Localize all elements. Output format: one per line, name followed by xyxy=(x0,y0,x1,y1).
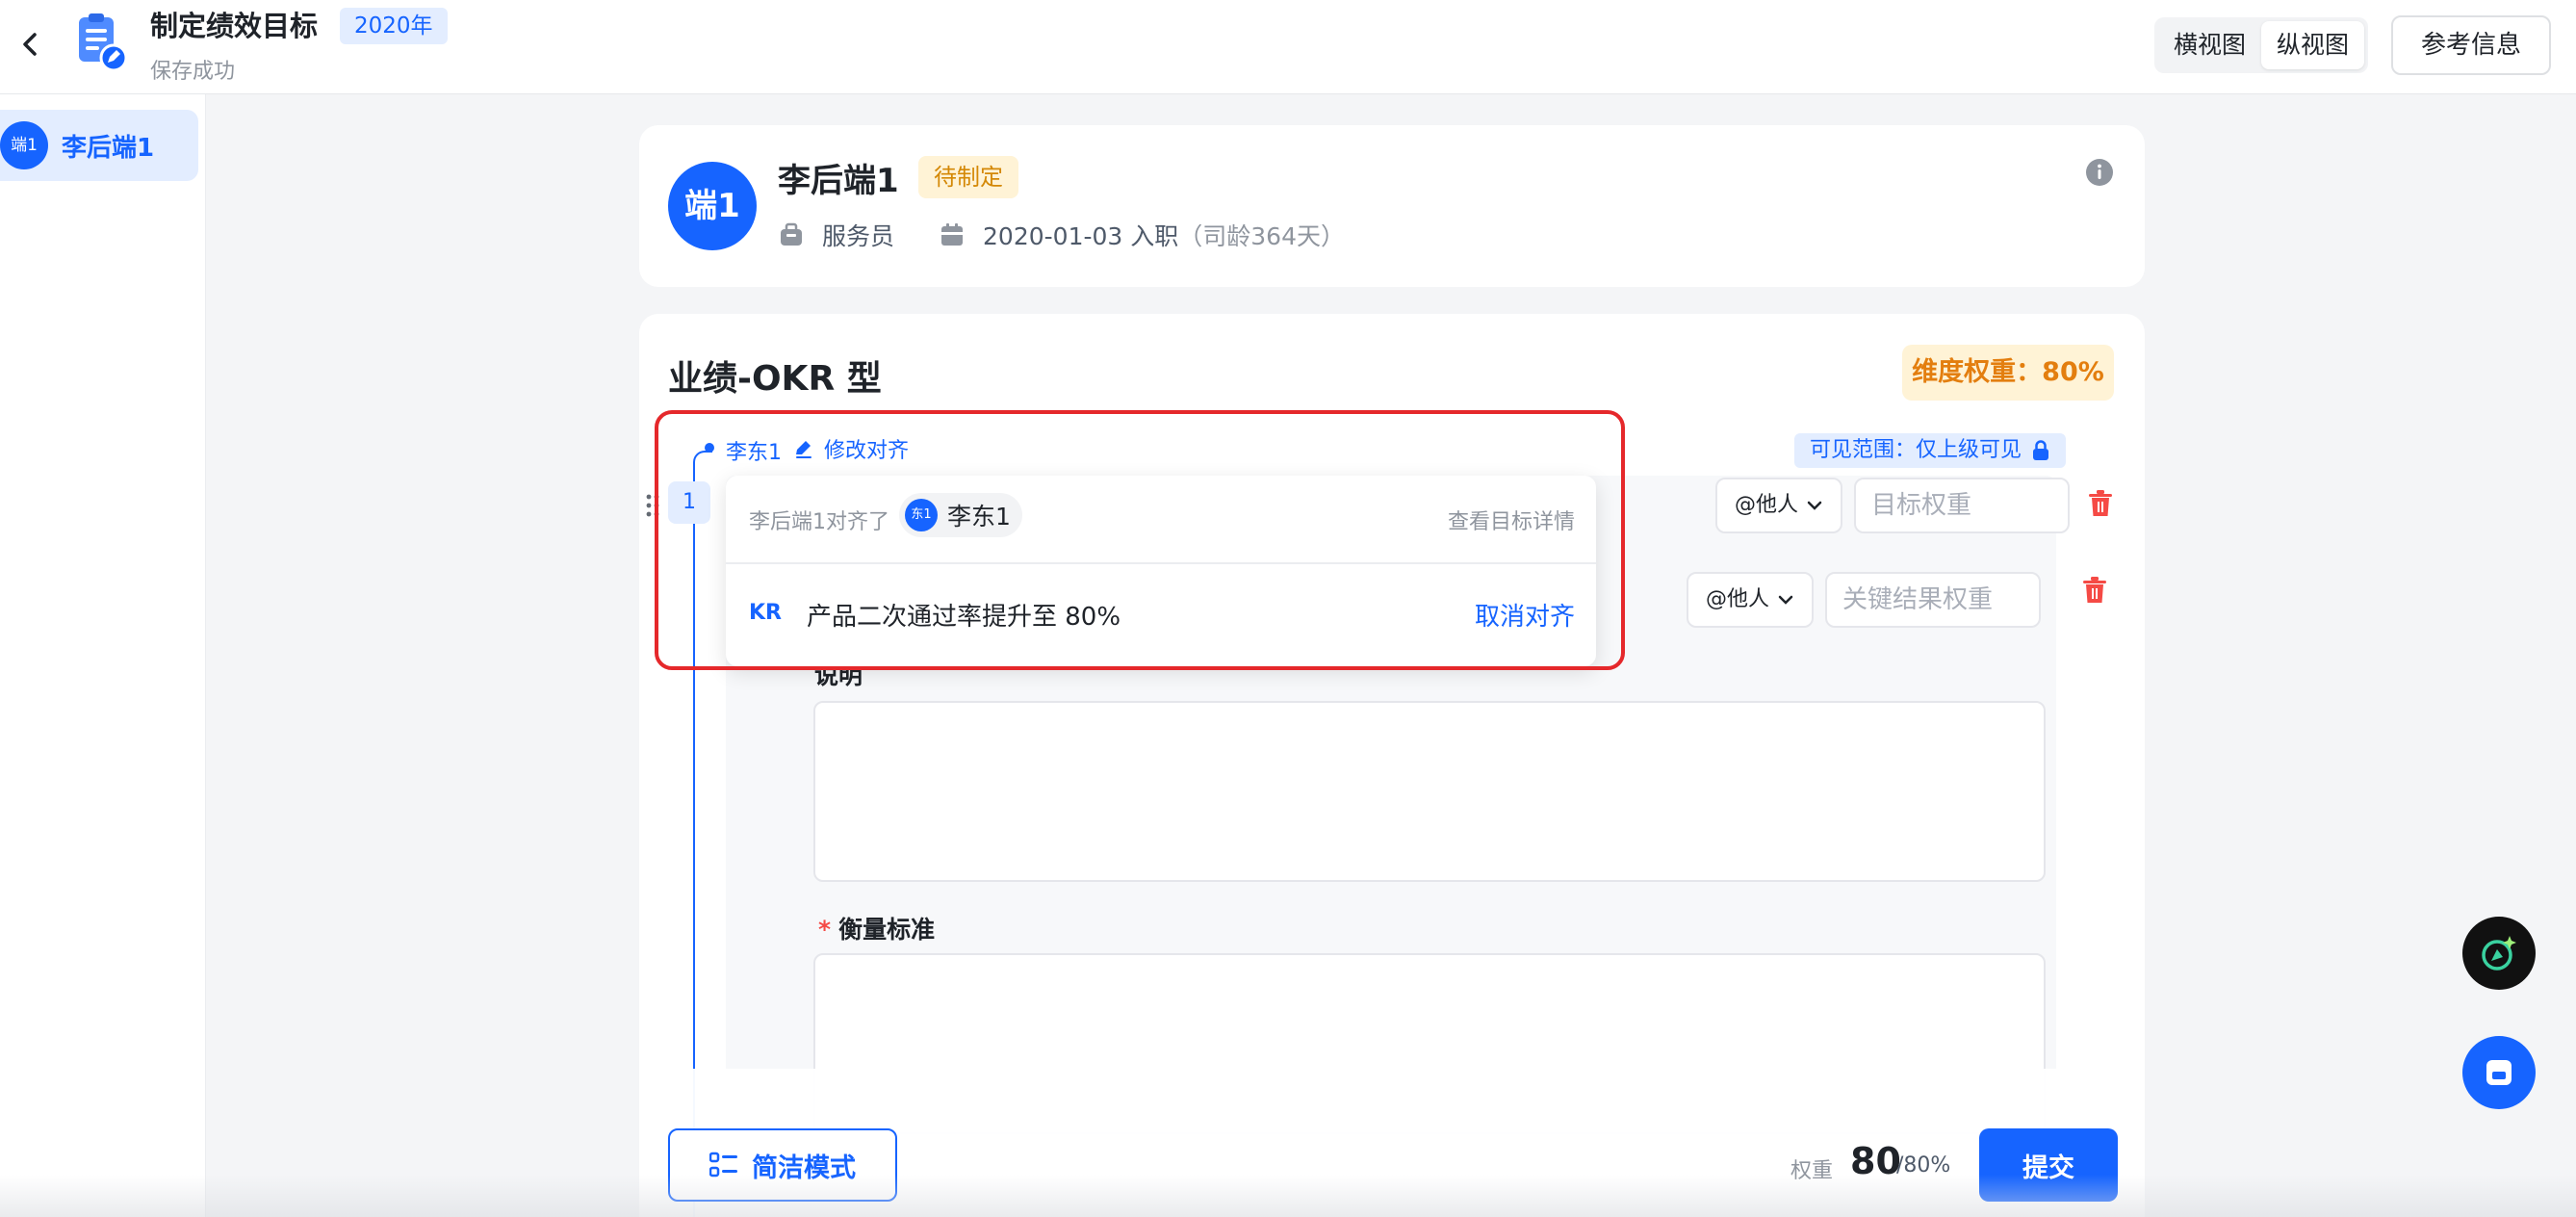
chat-button[interactable] xyxy=(2462,1036,2536,1109)
back-button[interactable] xyxy=(13,27,48,62)
criteria-label: * 衡量标准 xyxy=(818,911,935,945)
chevron-left-icon xyxy=(23,33,37,56)
sidebar-item-employee[interactable]: 端1 李后端1 xyxy=(0,110,198,181)
objective-weight-input[interactable] xyxy=(1854,478,2070,533)
submit-button[interactable]: 提交 xyxy=(1979,1128,2118,1202)
vertical-view-tab[interactable]: 纵视图 xyxy=(2261,21,2364,69)
popover-header: 李后端1对齐了 东1 李东1 查看目标详情 xyxy=(726,476,1596,564)
aligned-person-name: 李东1 xyxy=(947,503,1011,531)
trash-icon[interactable] xyxy=(2087,489,2114,518)
alignment-tree-dot xyxy=(705,443,714,453)
list-icon xyxy=(709,1152,737,1178)
ai-assistant-icon xyxy=(2482,936,2516,971)
required-mark: * xyxy=(818,916,832,944)
view-switch: 横视图 纵视图 xyxy=(2154,17,2368,73)
horizontal-view-tab[interactable]: 横视图 xyxy=(2158,21,2261,69)
visibility-scope-tag[interactable]: 可见范围：仅上级可见 xyxy=(1794,433,2067,468)
employee-name: 李后端1 xyxy=(778,162,899,200)
avatar: 端1 xyxy=(668,162,757,250)
kr-weight-input[interactable] xyxy=(1825,572,2041,628)
footer-bar: 简洁模式 权重 80 /80% 提交 xyxy=(639,1069,2145,1217)
employee-meta: 服务员 2020-01-03 入职 （司龄364天） xyxy=(778,218,1345,252)
chevron-down-icon xyxy=(1778,595,1793,605)
year-tag: 2020年 xyxy=(340,8,448,44)
edit-alignment-button[interactable]: 修改对齐 xyxy=(793,433,909,464)
chat-icon xyxy=(2486,1060,2512,1085)
drag-handle-icon[interactable] xyxy=(645,493,660,518)
criteria-label-text: 衡量标准 xyxy=(838,916,936,944)
cancel-alignment-button[interactable]: 取消对齐 xyxy=(1475,597,1575,633)
page-title: 制定绩效目标 xyxy=(150,10,319,42)
top-header: 制定绩效目标 2020年 保存成功 横视图 纵视图 参考信息 xyxy=(0,0,2576,94)
aligned-person-chip[interactable]: 东1 李东1 xyxy=(899,493,1022,537)
sidebar-item-label: 李后端1 xyxy=(62,134,155,163)
trash-icon[interactable] xyxy=(2081,576,2108,605)
lock-icon xyxy=(2033,440,2049,460)
dimension-weight-badge: 维度权重：80% xyxy=(1902,345,2114,401)
simple-mode-button[interactable]: 简洁模式 xyxy=(668,1128,897,1202)
avatar: 东1 xyxy=(905,499,938,531)
profile-card: 端1 李后端1 待制定 服务员 2020-01-03 入职 （司龄364天） xyxy=(639,125,2145,287)
status-badge: 待制定 xyxy=(918,156,1018,198)
edit-alignment-label: 修改对齐 xyxy=(824,439,910,463)
briefcase-icon xyxy=(781,222,802,246)
info-icon[interactable] xyxy=(2085,158,2114,187)
ai-assistant-button[interactable] xyxy=(2462,917,2536,990)
section-title: 业绩-OKR 型 xyxy=(668,359,882,399)
document-edit-icon xyxy=(73,13,129,73)
objective-row-number: 1 xyxy=(668,481,710,524)
mention-label: @他人 xyxy=(1735,493,1799,517)
chevron-down-icon xyxy=(1807,501,1822,510)
visibility-label: 可见范围：仅上级可见 xyxy=(1810,438,2022,462)
employee-position: 服务员 xyxy=(822,222,895,250)
aligned-kr-text: 产品二次通过率提升至 80% xyxy=(807,603,1121,632)
aligned-text: 李后端1对齐了 xyxy=(749,510,889,534)
calendar-icon xyxy=(941,223,964,246)
weight-label: 权重 xyxy=(1790,1159,1834,1183)
sidebar: 端1 李后端1 xyxy=(0,94,206,1217)
join-date: 2020-01-03 入职 xyxy=(983,222,1179,250)
weight-total: /80% xyxy=(1896,1153,1951,1178)
kr-mention-button[interactable]: @他人 xyxy=(1687,572,1815,628)
kr-tag: KR xyxy=(749,601,782,625)
save-status: 保存成功 xyxy=(150,60,236,84)
alignment-popover: 李后端1对齐了 东1 李东1 查看目标详情 KR 产品二次通过率提升至 80% … xyxy=(726,476,1596,666)
simple-mode-label: 简洁模式 xyxy=(752,1152,856,1183)
tenure: （司龄364天） xyxy=(1178,222,1345,250)
avatar: 端1 xyxy=(0,121,48,169)
description-textarea[interactable] xyxy=(813,701,2046,882)
objective-mention-button[interactable]: @他人 xyxy=(1715,478,1843,533)
pencil-icon xyxy=(796,441,811,458)
view-goal-detail-link[interactable]: 查看目标详情 xyxy=(1448,505,1575,535)
aligned-owner-link[interactable]: 李东1 xyxy=(726,435,782,466)
weight-value: 80 xyxy=(1850,1140,1901,1182)
reference-info-button[interactable]: 参考信息 xyxy=(2391,15,2551,75)
mention-label: @他人 xyxy=(1706,587,1770,611)
